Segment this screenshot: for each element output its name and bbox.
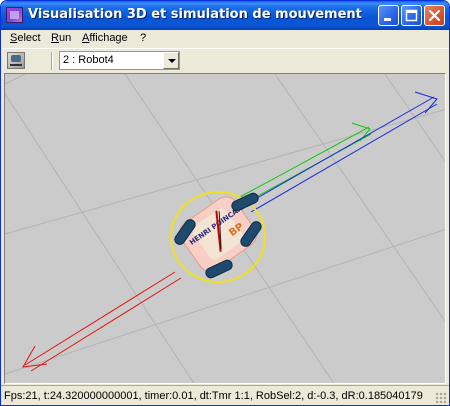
robot-selector-value: 2 : Robot4 (63, 54, 114, 66)
x-axis-arrow (22, 271, 182, 372)
minimize-button[interactable] (378, 5, 399, 26)
menu-affichage[interactable]: Affichage (82, 32, 128, 44)
toolbar-separator (51, 52, 53, 70)
close-icon (428, 9, 441, 22)
menu-bar: Select Run Affichage ? (1, 30, 449, 48)
close-button[interactable] (424, 5, 445, 26)
app-icon[interactable] (6, 7, 23, 23)
maximize-button[interactable] (401, 5, 422, 26)
scene-canvas: HENRI POINCARE BP (5, 74, 445, 383)
dropdown-arrow-icon[interactable] (163, 52, 179, 69)
robot-selector[interactable]: 2 : Robot4 (59, 51, 180, 70)
maximize-icon (405, 9, 418, 22)
resize-grip[interactable] (435, 392, 447, 404)
window-title: Visualisation 3D et simulation de mouvem… (28, 7, 362, 22)
menu-select[interactable]: Select (10, 32, 41, 44)
status-text: Fps:21, t:24.320000000001, timer:0.01, d… (4, 390, 423, 402)
minimize-icon (384, 18, 391, 21)
robot-model[interactable]: HENRI POINCARE BP (170, 188, 266, 283)
toolbar: 2 : Robot4 (1, 48, 449, 72)
status-bar: Fps:21, t:24.320000000001, timer:0.01, d… (1, 385, 449, 405)
app-window: Visualisation 3D et simulation de mouvem… (0, 0, 450, 406)
title-bar[interactable]: Visualisation 3D et simulation de mouvem… (1, 1, 449, 30)
3d-viewport[interactable]: HENRI POINCARE BP (4, 73, 446, 384)
y-axis-arrow (239, 122, 372, 204)
z-axis-arrow (244, 91, 438, 213)
menu-run[interactable]: Run (51, 32, 71, 44)
robot-icon-button[interactable] (7, 52, 25, 69)
menu-help[interactable]: ? (140, 32, 146, 44)
